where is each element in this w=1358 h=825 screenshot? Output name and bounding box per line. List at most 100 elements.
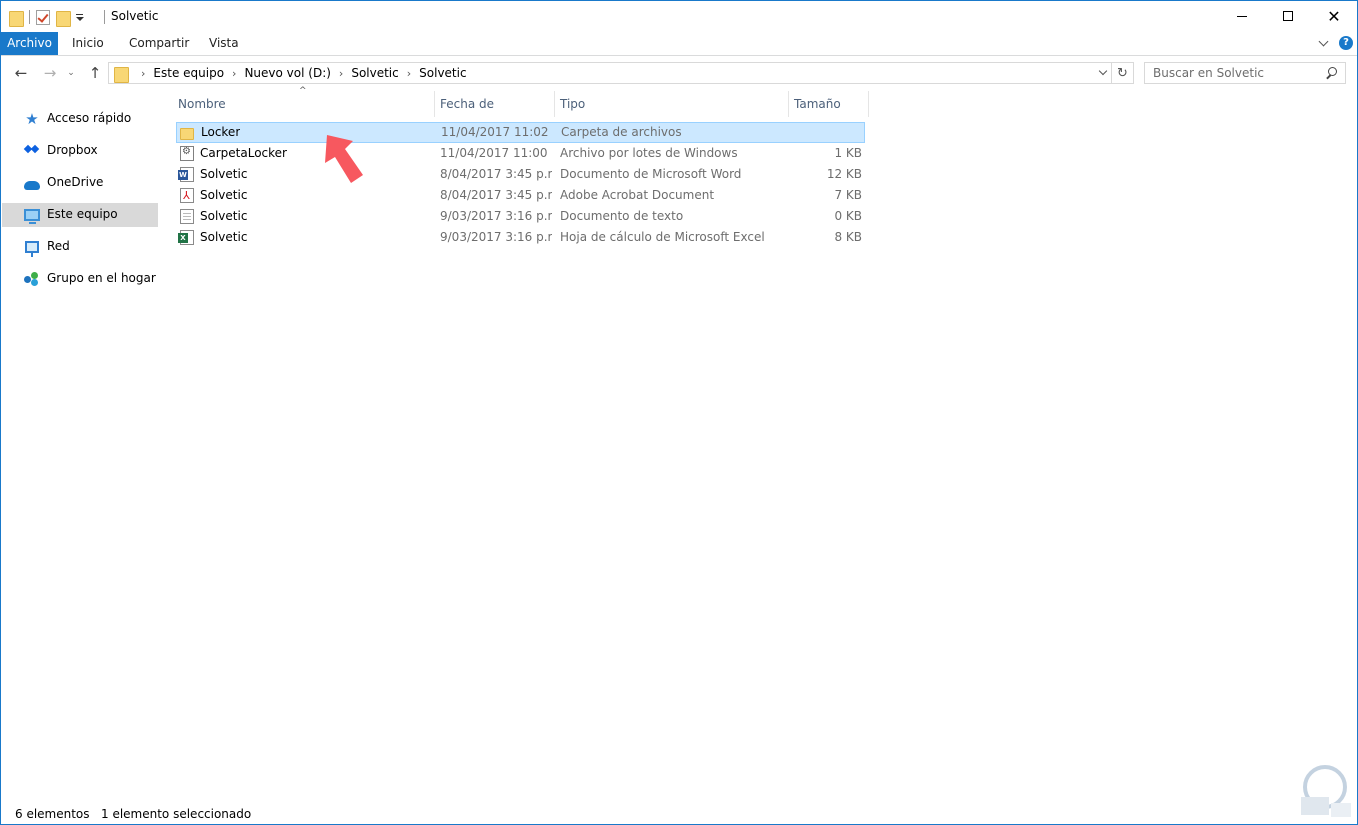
forward-button[interactable]: → [41,64,59,82]
breadcrumb-item[interactable]: Este equipo [153,66,224,80]
excel-spreadsheet-icon [178,230,194,245]
sidebar-item-label: Red [47,239,70,253]
file-size: 7 KB [834,188,862,202]
file-name: CarpetaLocker [200,146,287,160]
breadcrumb-item[interactable]: Solvetic [351,66,398,80]
close-button[interactable]: ✕ [1311,1,1357,31]
search-icon[interactable] [1326,67,1337,78]
computer-icon [23,207,41,224]
word-document-icon [178,167,194,182]
column-header-nombre[interactable]: Nombre [172,91,434,117]
file-row[interactable]: CarpetaLocker 11/04/2017 11:00 a... Arch… [176,143,865,164]
sidebar-item-label: Este equipo [47,207,118,221]
watermark-logo-icon [1301,765,1351,817]
properties-icon[interactable] [36,9,50,25]
file-type: Carpeta de archivos [561,125,682,139]
back-button[interactable]: ← [12,64,30,82]
file-date: 11/04/2017 11:02 a... [441,125,553,139]
sidebar-item-onedrive[interactable]: OneDrive [2,171,158,195]
breadcrumb-item[interactable]: Nuevo vol (D:) [244,66,330,80]
onedrive-cloud-icon [23,175,41,191]
tab-inicio[interactable]: Inicio [64,32,112,55]
search-placeholder: Buscar en Solvetic [1153,66,1265,80]
file-row[interactable]: Solvetic 8/04/2017 3:45 p.m. Documento d… [176,164,865,185]
address-history-chevron-icon[interactable] [1099,69,1107,77]
sidebar-item-label: Dropbox [47,143,98,157]
sidebar-item-acceso-rapido[interactable]: ★ Acceso rápido [2,107,158,131]
quick-access-toolbar [9,7,84,27]
annotation-arrow-icon [325,135,363,183]
sidebar-item-grupo-en-el-hogar[interactable]: Grupo en el hogar [2,267,158,291]
status-bar: 6 elementos 1 elemento seleccionado [1,803,1357,825]
file-row[interactable]: Solvetic 8/04/2017 3:45 p.m. Adobe Acrob… [176,185,865,206]
item-count: 6 elementos [15,807,90,821]
address-bar[interactable]: › Este equipo › Nuevo vol (D:) › Solveti… [108,62,1112,84]
breadcrumb-separator[interactable]: › [407,67,411,80]
file-size: 8 KB [834,230,862,244]
file-name: Solvetic [200,230,248,244]
file-date: 9/03/2017 3:16 p.m. [440,209,552,223]
file-explorer-window: Solvetic ✕ Archivo Inicio Compartir Vist… [0,0,1358,825]
pdf-document-icon [180,188,194,203]
breadcrumb-separator[interactable]: › [232,67,236,80]
column-header-tamano[interactable]: Tamaño [788,91,868,117]
new-folder-icon[interactable] [56,10,71,27]
tab-archivo[interactable]: Archivo [1,32,58,55]
minimize-button[interactable] [1219,1,1265,31]
title-bar: Solvetic ✕ [1,1,1357,32]
minimize-icon [1237,15,1247,17]
maximize-button[interactable] [1265,1,1311,31]
sidebar-item-este-equipo[interactable]: Este equipo [2,203,158,227]
batch-file-icon [180,146,194,161]
sidebar-item-red[interactable]: Red [2,235,158,259]
file-row[interactable]: Solvetic 9/03/2017 3:16 p.m. Documento d… [176,206,865,227]
tab-vista[interactable]: Vista [201,32,247,55]
selection-count: 1 elemento seleccionado [101,807,252,821]
breadcrumb: › Este equipo › Nuevo vol (D:) › Solveti… [133,63,467,83]
file-type: Archivo por lotes de Windows [560,146,738,160]
separator [29,10,30,24]
folder-icon [114,66,129,83]
refresh-button[interactable]: ↻ [1112,62,1134,84]
sidebar-item-label: Grupo en el hogar [47,271,156,285]
file-date: 9/03/2017 3:16 p.m. [440,230,552,244]
file-type: Documento de Microsoft Word [560,167,742,181]
file-name: Solvetic [200,188,248,202]
homegroup-icon [23,271,41,287]
separator [104,10,105,24]
file-name: Locker [201,125,241,139]
customize-toolbar-dropdown-icon[interactable] [76,14,84,22]
file-type: Documento de texto [560,209,684,223]
folder-icon [9,10,24,27]
column-header-tipo[interactable]: Tipo [554,91,788,117]
navigation-bar: ← → ⌄ ↑ › Este equipo › Nuevo vol (D:) ›… [1,57,1357,89]
file-type: Hoja de cálculo de Microsoft Excel [560,230,765,244]
file-date: 8/04/2017 3:45 p.m. [440,188,552,202]
file-row[interactable]: Solvetic 9/03/2017 3:16 p.m. Hoja de cál… [176,227,865,248]
tab-compartir[interactable]: Compartir [121,32,197,55]
ribbon-tabs: Archivo Inicio Compartir Vista ? [1,32,1357,56]
column-divider[interactable] [868,91,869,117]
dropbox-icon [23,143,41,159]
search-input[interactable]: Buscar en Solvetic [1144,62,1346,84]
expand-ribbon-chevron-icon[interactable] [1319,38,1329,48]
help-icon[interactable]: ? [1339,36,1353,50]
sidebar-item-label: OneDrive [47,175,104,189]
sidebar-item-dropbox[interactable]: Dropbox [2,139,158,163]
file-date: 11/04/2017 11:00 a... [440,146,552,160]
file-size: 1 KB [834,146,862,160]
recent-locations-button[interactable]: ⌄ [65,64,77,82]
text-document-icon [180,209,194,224]
sidebar-item-label: Acceso rápido [47,111,132,125]
star-icon: ★ [25,110,39,128]
folder-icon [180,128,194,140]
file-row[interactable]: Locker 11/04/2017 11:02 a... Carpeta de … [176,122,865,143]
network-icon [23,239,41,257]
column-header-fecha[interactable]: Fecha de modifica... [434,91,554,137]
maximize-icon [1283,11,1293,21]
breadcrumb-item[interactable]: Solvetic [419,66,466,80]
file-date: 8/04/2017 3:45 p.m. [440,167,552,181]
up-button[interactable]: ↑ [86,64,104,82]
breadcrumb-separator[interactable]: › [339,67,343,80]
close-icon: ✕ [1327,6,1341,26]
